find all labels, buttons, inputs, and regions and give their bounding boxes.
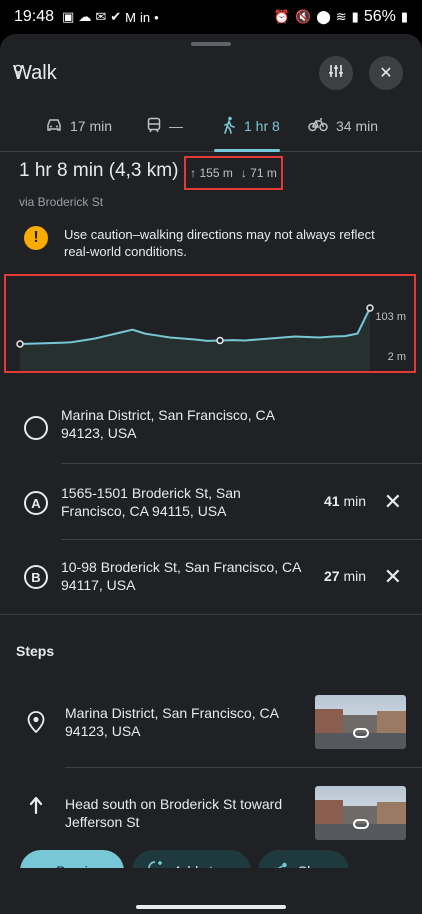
walk-icon	[222, 116, 236, 137]
drag-handle[interactable]	[191, 42, 231, 46]
stop-duration: 41 min	[324, 493, 366, 509]
stop-duration: 27 min	[324, 568, 366, 584]
directions-sheet: ⚲ Walk ✕ 17 min — 1 hr 8 34 min 1 hr 8 m…	[0, 34, 422, 914]
elevation-profile: 103 m 2 m	[4, 274, 416, 373]
descent: ↓ 71 m	[241, 166, 277, 180]
cloud-icon: ☁	[78, 9, 92, 24]
stop-address: Marina District, San Francisco, CA 94123…	[61, 407, 275, 441]
360-rotate-icon	[353, 728, 369, 738]
stop-duration-unit: min	[343, 568, 366, 584]
arrow-down-icon: ↓	[240, 166, 247, 180]
close-icon: ✕	[379, 65, 393, 82]
stop-duration-value: 41	[323, 493, 340, 509]
stop-duration-value: 27	[323, 568, 340, 584]
descent-value: 71 m	[250, 166, 277, 180]
location-icon: ⬤	[316, 9, 331, 24]
elevation-waypoint-marker	[16, 340, 24, 348]
divider	[61, 539, 422, 540]
tab-driving[interactable]: 17 min	[46, 112, 112, 140]
tab-walking[interactable]: 1 hr 8	[222, 112, 280, 140]
home-gesture-bar[interactable]	[136, 905, 286, 909]
status-time: 19:48	[14, 8, 55, 25]
mail-icon: ✉	[95, 9, 107, 24]
dot-icon: •	[154, 9, 159, 25]
car-icon	[46, 118, 62, 135]
close-icon: ✕	[383, 564, 402, 589]
route-via: via Broderick St	[19, 195, 104, 209]
tab-driving-label: 17 min	[70, 118, 113, 134]
360-rotate-icon	[353, 819, 369, 829]
system-nav-bar	[0, 868, 422, 914]
waypoint-a-icon: A	[24, 491, 48, 515]
ascent-value: 155 m	[199, 166, 233, 180]
ascent: ↑ 155 m	[190, 166, 233, 180]
elevation-gain-loss: ↑ 155 m ↓ 71 m	[184, 156, 283, 190]
active-tab-indicator	[214, 149, 280, 152]
elevation-max-label: 103 m	[375, 311, 406, 323]
street-view-thumbnail[interactable]	[315, 786, 406, 840]
elevation-waypoint-marker	[216, 336, 224, 345]
route-summary: 1 hr 8 min (4,3 km)	[19, 160, 179, 181]
bike-icon	[308, 117, 328, 135]
street-view-thumbnail[interactable]	[315, 695, 406, 749]
warning-icon: !	[24, 226, 48, 250]
check-icon: ✔	[110, 9, 122, 24]
wifi-icon: ≋	[335, 9, 347, 24]
transit-icon	[147, 117, 161, 136]
travel-mode-tabs: 17 min — 1 hr 8 34 min	[0, 106, 422, 152]
header: ⚲ Walk ✕	[0, 56, 422, 92]
mute-icon: 🔇	[295, 9, 312, 24]
linkedin-icon: in	[140, 9, 151, 25]
step-text: Head south on Broderick St toward Jeffer…	[65, 796, 283, 830]
divider	[61, 463, 422, 464]
status-bar: 19:48 ▣ ☁ ✉ ✔ M in • ⏰ 🔇 ⬤ ≋ ▮ 56% ▮	[0, 0, 422, 34]
caution-text: Use caution–walking directions may not a…	[64, 227, 375, 259]
tab-transit-label: —	[169, 118, 183, 134]
tab-walking-label: 1 hr 8	[244, 118, 280, 134]
elevation-min-label: 2 m	[387, 351, 406, 363]
notification-icons: ▣ ☁ ✉ ✔ M in •	[62, 9, 159, 25]
battery-icon: ▮	[400, 9, 408, 24]
close-icon: ✕	[383, 489, 402, 514]
tab-cycling-label: 34 min	[336, 118, 379, 134]
elevation-profile-graph	[16, 304, 374, 371]
close-button[interactable]: ✕	[369, 56, 403, 90]
remove-stop-button[interactable]: ✕	[384, 566, 402, 588]
origin-circle-icon	[24, 416, 48, 440]
gallery-icon: ▣	[62, 9, 75, 24]
waypoint-b-icon: B	[24, 565, 48, 589]
gmail-icon: M	[125, 9, 136, 25]
elevation-waypoint-marker	[366, 304, 374, 312]
section-divider	[0, 614, 422, 615]
route-options-button[interactable]	[319, 56, 353, 90]
step-text: Marina District, San Francisco, CA 94123…	[65, 705, 279, 739]
sliders-icon	[328, 63, 344, 84]
steps-heading: Steps	[16, 643, 55, 659]
signal-icon: ▮	[351, 9, 359, 24]
arrow-up-icon: ↑	[190, 166, 197, 180]
system-icons: ⏰ 🔇 ⬤ ≋ ▮ 56% ▮	[274, 8, 408, 26]
stop-address: 1565-1501 Broderick St, San Francisco, C…	[61, 485, 241, 519]
divider	[65, 767, 422, 768]
stop-address: 10-98 Broderick St, San Francisco, CA 94…	[61, 559, 301, 593]
battery-level: 56%	[363, 8, 396, 25]
page-title: Walk	[13, 62, 57, 84]
tab-transit[interactable]: —	[147, 112, 183, 140]
alarm-icon: ⏰	[273, 9, 290, 24]
remove-stop-button[interactable]: ✕	[384, 491, 402, 513]
location-pin-icon	[24, 710, 48, 734]
tab-cycling[interactable]: 34 min	[308, 112, 378, 140]
arrow-up-icon	[24, 793, 48, 817]
stop-duration-unit: min	[343, 493, 366, 509]
